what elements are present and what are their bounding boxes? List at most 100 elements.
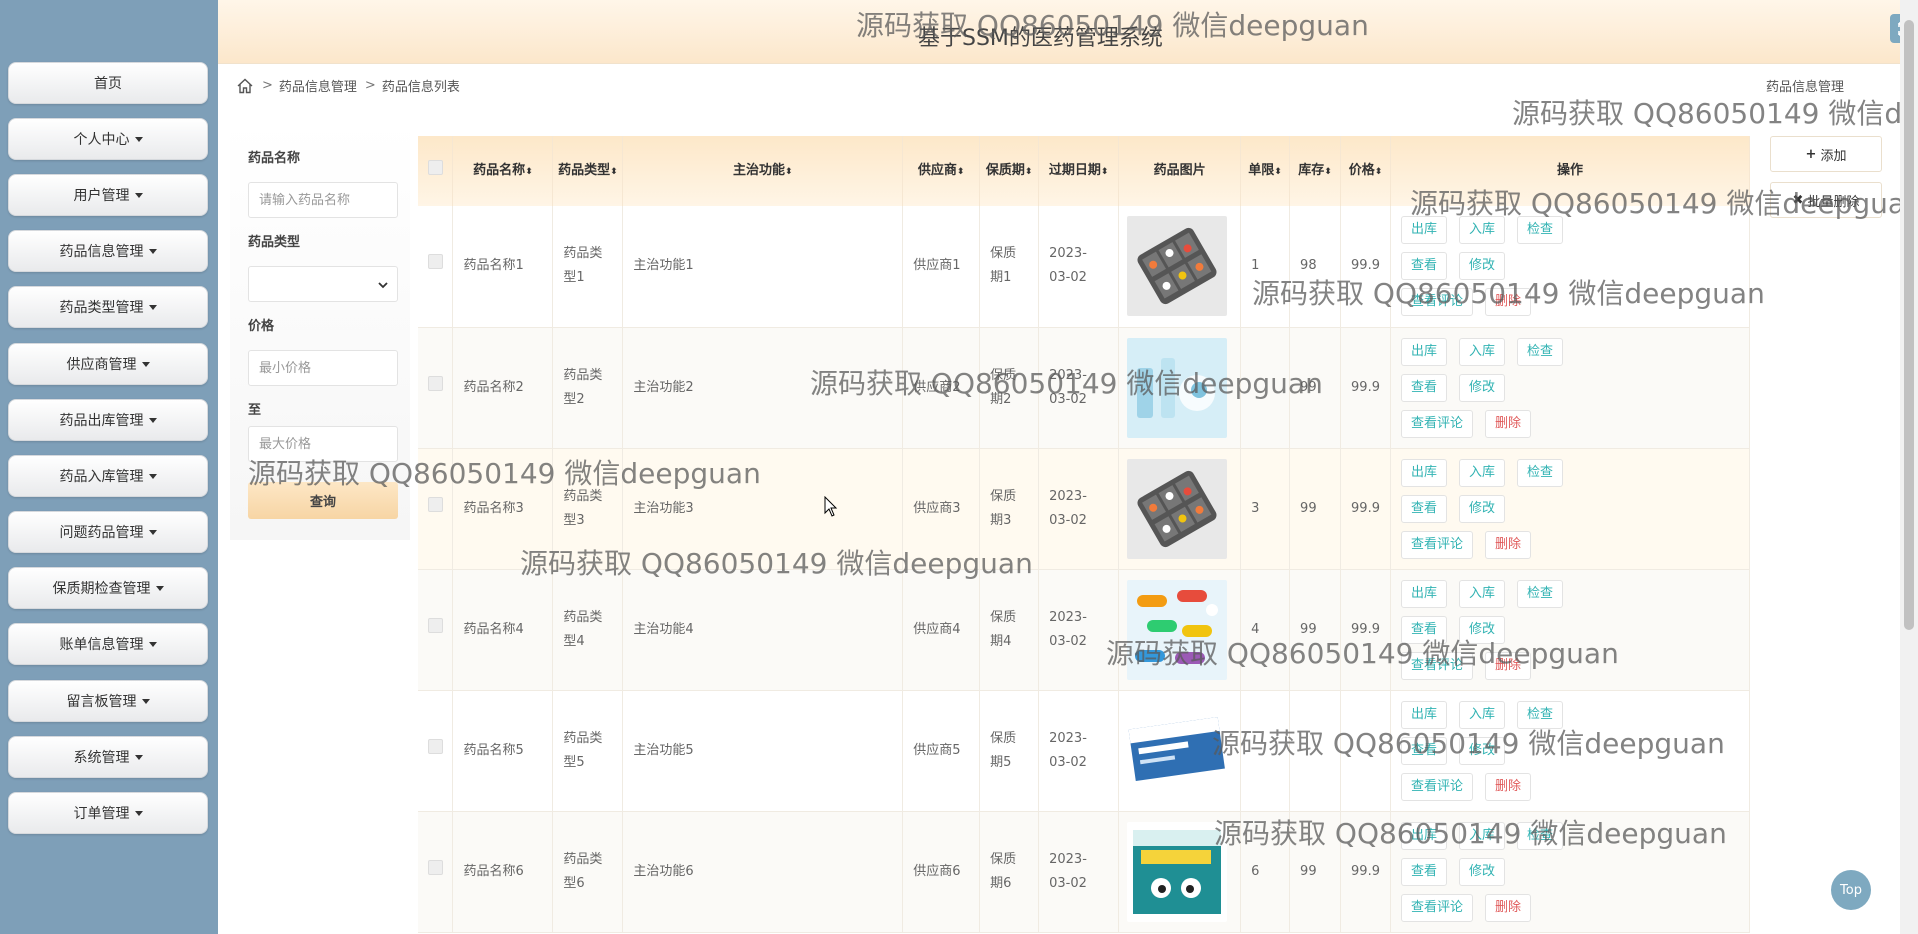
column-header[interactable]: 过期日期⬍ xyxy=(1038,136,1120,206)
out-stock-button[interactable]: 出库 xyxy=(1401,821,1448,850)
sort-icon[interactable]: ⬍ xyxy=(1101,167,1109,177)
sort-icon[interactable]: ⬍ xyxy=(1324,167,1332,177)
sort-icon[interactable]: ⬍ xyxy=(610,167,618,177)
edit-button[interactable]: 修改 xyxy=(1459,615,1506,644)
delete-button[interactable]: 删除 xyxy=(1485,409,1532,438)
page-scrollbar[interactable] xyxy=(1900,0,1918,934)
view-button[interactable]: 查看 xyxy=(1401,494,1448,523)
row-select-cell[interactable] xyxy=(418,448,454,570)
row-select-cell[interactable] xyxy=(418,206,454,328)
header-select-all[interactable] xyxy=(418,136,454,206)
view-button[interactable]: 查看 xyxy=(1401,252,1448,281)
row-checkbox[interactable] xyxy=(427,254,443,270)
delete-button[interactable]: 删除 xyxy=(1485,651,1532,680)
edit-button[interactable]: 修改 xyxy=(1459,857,1506,886)
min-price-input[interactable] xyxy=(248,350,398,386)
column-header[interactable]: 库存⬍ xyxy=(1289,136,1342,206)
batch-delete-button[interactable]: ✖ 批量删除 xyxy=(1770,182,1882,218)
row-select-cell[interactable] xyxy=(418,811,454,933)
sidebar-item-5[interactable]: 供应商管理 xyxy=(8,343,208,385)
column-header[interactable]: 单限⬍ xyxy=(1240,136,1291,206)
column-header[interactable]: 药品类型⬍ xyxy=(552,136,624,206)
scrollbar-thumb[interactable] xyxy=(1904,20,1914,630)
sidebar-item-4[interactable]: 药品类型管理 xyxy=(8,286,208,328)
sidebar-item-1[interactable]: 个人中心 xyxy=(8,118,208,160)
view-comments-button[interactable]: 查看评论 xyxy=(1401,651,1474,680)
in-stock-button[interactable]: 入库 xyxy=(1459,700,1506,729)
in-stock-button[interactable]: 入库 xyxy=(1459,337,1506,366)
sidebar-item-2[interactable]: 用户管理 xyxy=(8,174,208,216)
edit-button[interactable]: 修改 xyxy=(1459,373,1506,402)
row-select-cell[interactable] xyxy=(418,690,454,812)
back-to-top-button[interactable]: Top xyxy=(1831,870,1871,910)
out-stock-button[interactable]: 出库 xyxy=(1401,700,1448,729)
inspect-button[interactable]: 检查 xyxy=(1517,821,1564,850)
inspect-button[interactable]: 检查 xyxy=(1517,700,1564,729)
sort-icon[interactable]: ⬍ xyxy=(957,167,965,177)
sidebar-item-8[interactable]: 问题药品管理 xyxy=(8,511,208,553)
sidebar-item-0[interactable]: 首页 xyxy=(8,62,208,104)
max-price-input[interactable] xyxy=(248,426,398,462)
breadcrumb-item-drug-management[interactable]: 药品信息管理 xyxy=(279,76,357,95)
row-select-cell[interactable] xyxy=(418,569,454,691)
out-stock-button[interactable]: 出库 xyxy=(1401,337,1448,366)
delete-button[interactable]: 删除 xyxy=(1485,288,1532,317)
view-comments-button[interactable]: 查看评论 xyxy=(1401,772,1474,801)
sort-icon[interactable]: ⬍ xyxy=(1274,167,1282,177)
sort-icon[interactable]: ⬍ xyxy=(525,167,533,177)
column-header[interactable]: 药品名称⬍ xyxy=(452,136,554,206)
in-stock-button[interactable]: 入库 xyxy=(1459,579,1506,608)
inspect-button[interactable]: 检查 xyxy=(1517,337,1564,366)
column-header[interactable]: 保质期⬍ xyxy=(979,136,1040,206)
inspect-button[interactable]: 检查 xyxy=(1517,458,1564,487)
sidebar-item-9[interactable]: 保质期检查管理 xyxy=(8,567,208,609)
view-button[interactable]: 查看 xyxy=(1401,615,1448,644)
sort-icon[interactable]: ⬍ xyxy=(785,167,793,177)
edit-button[interactable]: 修改 xyxy=(1459,736,1506,765)
edit-button[interactable]: 修改 xyxy=(1459,252,1506,281)
out-stock-button[interactable]: 出库 xyxy=(1401,579,1448,608)
row-checkbox[interactable] xyxy=(427,859,443,875)
sidebar-item-11[interactable]: 留言板管理 xyxy=(8,680,208,722)
view-button[interactable]: 查看 xyxy=(1401,857,1448,886)
view-comments-button[interactable]: 查看评论 xyxy=(1401,530,1474,559)
home-icon[interactable] xyxy=(236,77,254,95)
edit-button[interactable]: 修改 xyxy=(1459,494,1506,523)
column-header[interactable]: 供应商⬍ xyxy=(902,136,981,206)
delete-button[interactable]: 删除 xyxy=(1485,530,1532,559)
inspect-button[interactable]: 检查 xyxy=(1517,216,1564,245)
column-header[interactable]: 主治功能⬍ xyxy=(622,136,904,206)
sidebar-item-12[interactable]: 系统管理 xyxy=(8,736,208,778)
out-stock-button[interactable]: 出库 xyxy=(1401,216,1448,245)
sidebar-item-10[interactable]: 账单信息管理 xyxy=(8,623,208,665)
in-stock-button[interactable]: 入库 xyxy=(1459,821,1506,850)
out-stock-button[interactable]: 出库 xyxy=(1401,458,1448,487)
sort-icon[interactable]: ⬍ xyxy=(1375,167,1383,177)
row-checkbox[interactable] xyxy=(427,375,443,391)
view-comments-button[interactable]: 查看评论 xyxy=(1401,893,1474,922)
column-header[interactable]: 价格⬍ xyxy=(1340,136,1392,206)
view-button[interactable]: 查看 xyxy=(1401,373,1448,402)
drug-name-input[interactable] xyxy=(248,182,398,218)
query-button[interactable]: 查询 xyxy=(248,482,398,519)
add-button[interactable]: + 添加 xyxy=(1770,136,1882,172)
sidebar-item-7[interactable]: 药品入库管理 xyxy=(8,455,208,497)
delete-button[interactable]: 删除 xyxy=(1485,772,1532,801)
sort-icon[interactable]: ⬍ xyxy=(1025,167,1033,177)
view-comments-button[interactable]: 查看评论 xyxy=(1401,409,1474,438)
view-button[interactable]: 查看 xyxy=(1401,736,1448,765)
row-select-cell[interactable] xyxy=(418,327,454,449)
row-checkbox[interactable] xyxy=(427,617,443,633)
sidebar-item-3[interactable]: 药品信息管理 xyxy=(8,230,208,272)
in-stock-button[interactable]: 入库 xyxy=(1459,216,1506,245)
view-comments-button[interactable]: 查看评论 xyxy=(1401,288,1474,317)
row-checkbox[interactable] xyxy=(427,496,443,512)
sidebar-item-13[interactable]: 订单管理 xyxy=(8,792,208,834)
inspect-button[interactable]: 检查 xyxy=(1517,579,1564,608)
delete-button[interactable]: 删除 xyxy=(1485,893,1532,922)
row-checkbox[interactable] xyxy=(427,738,443,754)
sidebar-item-6[interactable]: 药品出库管理 xyxy=(8,399,208,441)
in-stock-button[interactable]: 入库 xyxy=(1459,458,1506,487)
drug-type-select[interactable] xyxy=(248,266,398,302)
select-all-checkbox[interactable] xyxy=(427,160,443,175)
